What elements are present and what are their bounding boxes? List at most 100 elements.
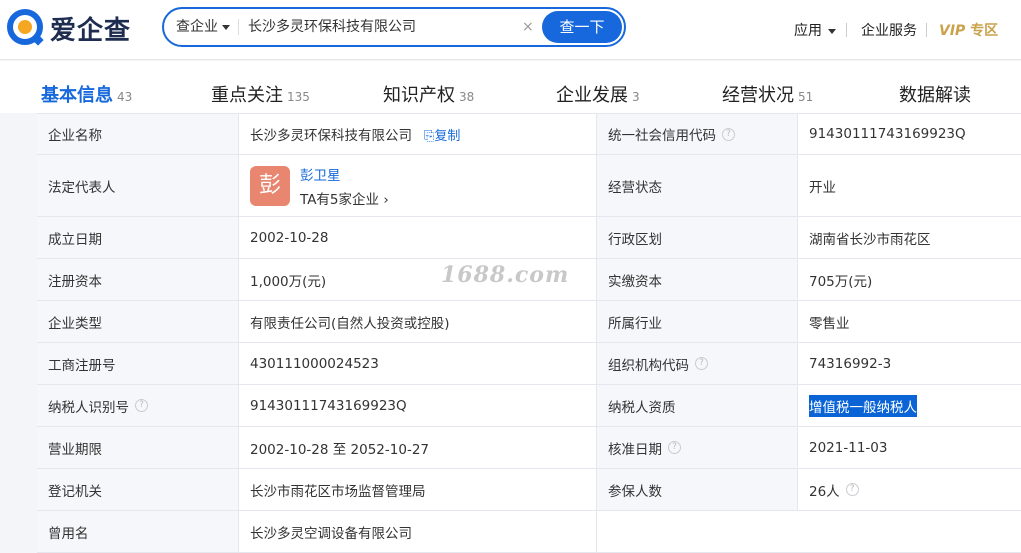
watermark: 1688.com <box>441 262 570 288</box>
tab-count: 135 <box>287 90 310 104</box>
industry-value: 零售业 <box>809 315 850 332</box>
field-label: 行政区划 <box>597 217 798 258</box>
field-label: 工商注册号 <box>37 343 239 384</box>
clear-icon[interactable]: × <box>522 9 534 45</box>
table-row: 法定代表人 彭 彭卫星 TA有5家企业 › 经营状态 开业 <box>37 155 1021 217</box>
search-type-label: 查企业 <box>176 19 218 35</box>
field-label: 注册资本 <box>37 259 239 300</box>
search-input[interactable] <box>248 9 518 45</box>
former-name-value: 长沙多灵空调设备有限公司 <box>239 511 597 552</box>
tab-label: 经营状况 <box>722 85 794 106</box>
approval-value: 2021-11-03 <box>809 439 888 456</box>
legal-rep-name-link[interactable]: 彭卫星 <box>300 164 389 184</box>
nav-vip-zone[interactable]: VIP 专区 <box>939 20 998 40</box>
search-bar: 查企业 × 查一下 <box>162 7 626 47</box>
field-label: 参保人数 <box>597 469 798 510</box>
credit-code: 91430111743169923Q <box>809 126 966 142</box>
help-icon[interactable]: ? <box>722 127 735 141</box>
tab-label: 重点关注 <box>211 85 283 106</box>
field-label: 经营状态 <box>597 155 798 216</box>
table-row: 纳税人识别号? 91430111743169923Q 纳税人资质 增值税一般纳税… <box>37 385 1021 427</box>
tab-data-insight[interactable]: 数据解读 <box>899 81 971 107</box>
status-value: 开业 <box>809 179 836 196</box>
tab-ip[interactable]: 知识产权 38 <box>383 81 474 107</box>
tab-count: 38 <box>459 90 475 104</box>
tab-count: 51 <box>798 90 814 104</box>
field-label-cell: 组织机构代码? <box>597 343 798 384</box>
info-table: 企业名称 长沙多灵环保科技有限公司 ⎘复制 统一社会信用代码? 914301117… <box>37 113 1021 553</box>
field-label: 法定代表人 <box>37 155 239 216</box>
tab-count: 3 <box>632 90 640 104</box>
copy-icon: ⎘ <box>424 128 435 144</box>
field-label: 成立日期 <box>37 217 239 258</box>
org-code-value: 74316992-3 <box>809 355 892 372</box>
top-bar: 爱企查 查企业 × 查一下 应用 企业服务 VIP 专区 <box>0 0 1021 60</box>
copy-label: 复制 <box>434 128 461 144</box>
tab-label: 知识产权 <box>383 85 455 106</box>
nav-app-menu[interactable]: 应用 <box>794 20 836 40</box>
vip-label: 专区 <box>970 23 999 39</box>
field-label-cell: 统一社会信用代码? <box>597 114 798 154</box>
field-label-cell: 核准日期? <box>597 427 798 468</box>
avatar[interactable]: 彭 <box>250 165 290 206</box>
nav-enterprise-service[interactable]: 企业服务 <box>861 20 917 40</box>
table-row: 成立日期 2002-10-28 行政区划 湖南省长沙市雨花区 <box>37 217 1021 259</box>
company-name: 长沙多灵环保科技有限公司 <box>250 128 412 144</box>
empty-cell <box>597 511 798 552</box>
chevron-right-icon: › <box>383 191 389 208</box>
help-icon[interactable]: ? <box>135 399 148 412</box>
empty-cell <box>798 511 1021 552</box>
tax-id-value: 91430111743169923Q <box>239 385 597 426</box>
help-icon[interactable]: ? <box>695 357 708 370</box>
tab-label: 企业发展 <box>556 85 628 106</box>
copy-button[interactable]: ⎘复制 <box>424 125 460 144</box>
field-label: 实缴资本 <box>597 259 798 300</box>
table-row: 企业名称 长沙多灵环保科技有限公司 ⎘复制 统一社会信用代码? 914301117… <box>37 114 1021 155</box>
divider <box>846 23 847 37</box>
tab-basic-info[interactable]: 基本信息 43 <box>41 81 132 107</box>
table-row: 营业期限 2002-10-28 至 2052-10-27 核准日期? 2021-… <box>37 427 1021 469</box>
tab-label: 数据解读 <box>899 85 971 106</box>
field-label: 营业期限 <box>37 427 239 468</box>
legal-rep-cell: 彭 彭卫星 TA有5家企业 › <box>239 155 597 216</box>
help-icon[interactable]: ? <box>845 483 859 496</box>
logo-icon <box>6 8 46 48</box>
field-label: 纳税人识别号 <box>48 399 129 416</box>
field-label: 所属行业 <box>597 301 798 342</box>
legal-rep-companies-link[interactable]: TA有5家企业 › <box>300 188 389 208</box>
tab-count: 43 <box>117 90 133 104</box>
insured-cell: 26人? <box>798 469 1021 510</box>
region-value: 湖南省长沙市雨花区 <box>809 231 931 248</box>
field-label: 组织机构代码 <box>608 357 689 374</box>
tab-development[interactable]: 企业发展 3 <box>556 81 640 107</box>
vip-badge: VIP <box>939 23 966 39</box>
field-label: 纳税人资质 <box>597 385 798 426</box>
brand-name: 爱企查 <box>50 15 132 46</box>
help-icon[interactable]: ? <box>668 441 681 454</box>
field-label: 统一社会信用代码 <box>608 128 716 144</box>
table-row: 企业类型 有限责任公司(自然人投资或控股) 所属行业 零售业 <box>37 301 1021 343</box>
tab-operations[interactable]: 经营状况 51 <box>722 81 813 107</box>
insured-value: 26人 <box>809 483 840 500</box>
caret-down-icon <box>222 24 230 30</box>
search-button[interactable]: 查一下 <box>542 11 622 43</box>
tab-label: 基本信息 <box>41 85 113 106</box>
company-name-cell: 长沙多灵环保科技有限公司 ⎘复制 <box>239 114 597 154</box>
search-type-dropdown[interactable]: 查企业 <box>176 9 230 45</box>
left-margin <box>0 113 37 547</box>
term-value: 2002-10-28 至 2052-10-27 <box>239 427 597 468</box>
field-label: 曾用名 <box>37 511 239 552</box>
field-label: 企业类型 <box>37 301 239 342</box>
table-row: 登记机关 长沙市雨花区市场监督管理局 参保人数 26人? <box>37 469 1021 511</box>
brand-logo[interactable]: 爱企查 <box>6 8 131 48</box>
divider <box>926 23 927 37</box>
taxpayer-value: 增值税一般纳税人 <box>809 394 917 417</box>
field-label-cell: 纳税人识别号? <box>37 385 239 426</box>
caret-down-icon <box>828 28 836 34</box>
field-label: 登记机关 <box>37 469 239 510</box>
legal-rep-info: 彭卫星 TA有5家企业 › <box>300 164 389 208</box>
divider <box>238 19 239 35</box>
company-type-value: 有限责任公司(自然人投资或控股) <box>239 301 597 342</box>
tab-key-focus[interactable]: 重点关注 135 <box>211 81 310 107</box>
founded-value: 2002-10-28 <box>239 217 597 258</box>
